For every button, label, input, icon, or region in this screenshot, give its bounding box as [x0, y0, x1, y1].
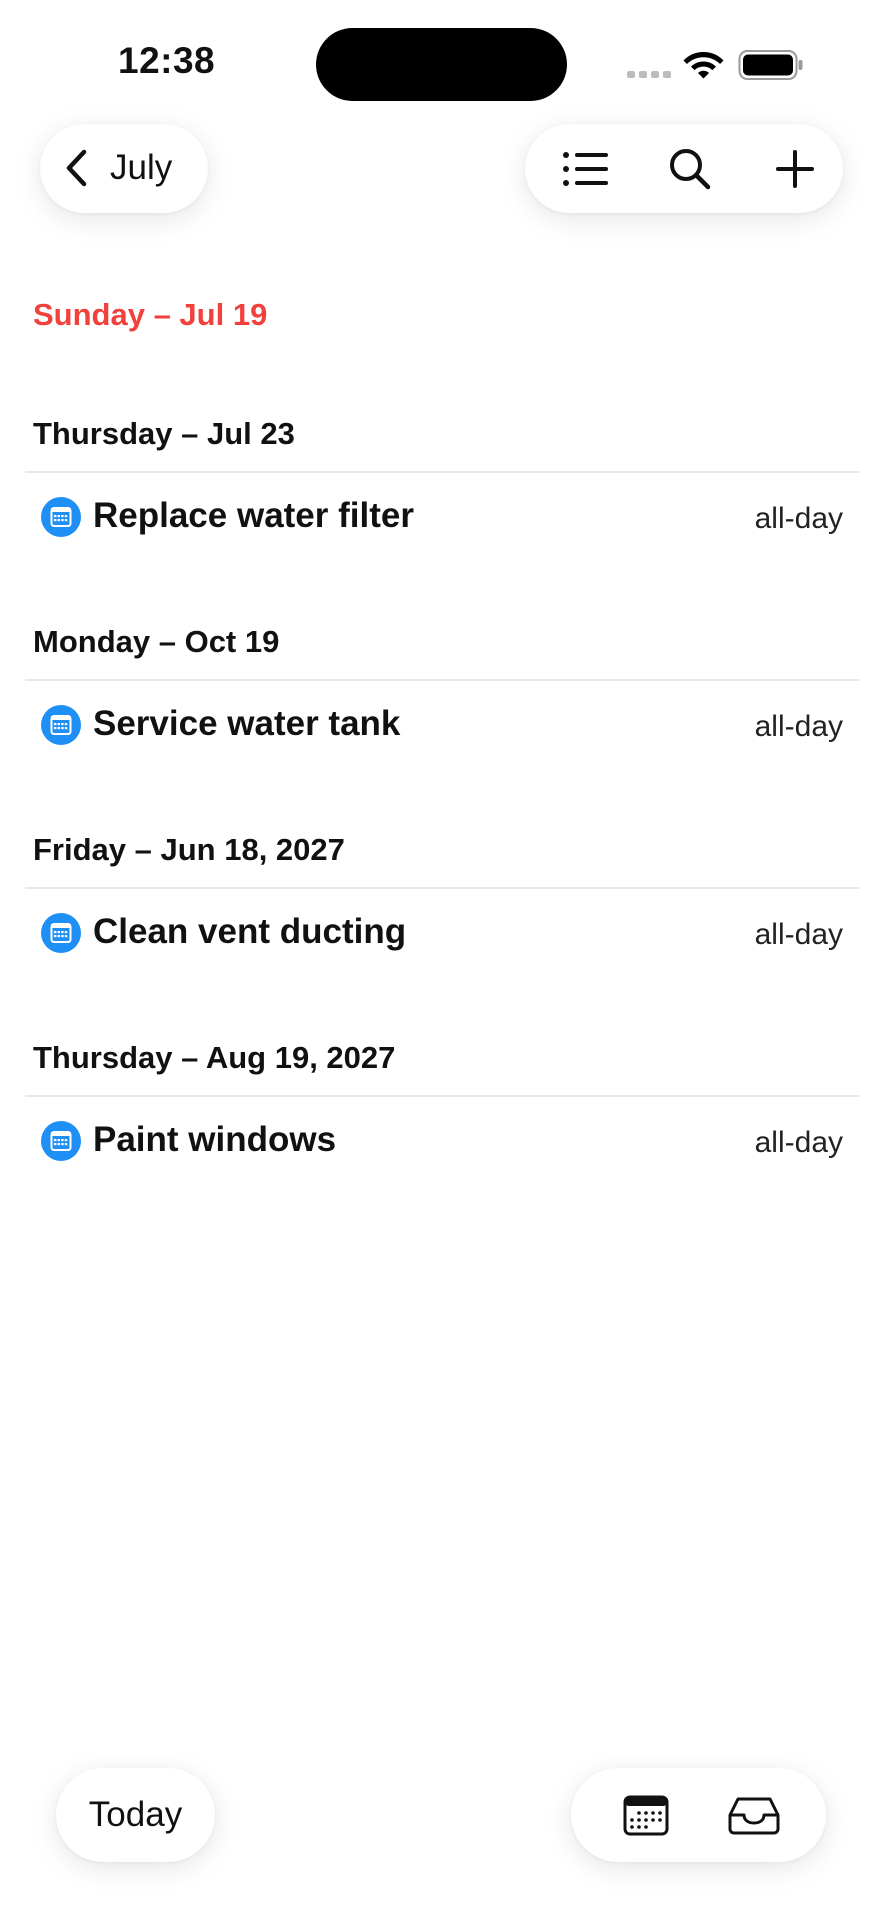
back-button[interactable]: July: [40, 124, 208, 213]
calendar-icon: [623, 1795, 669, 1836]
day-header: Thursday – Jul 23: [33, 416, 295, 451]
day-header: Thursday – Aug 19, 2027: [33, 1040, 396, 1075]
calendars-button[interactable]: [591, 1768, 701, 1862]
today-button[interactable]: Today: [56, 1768, 215, 1862]
event-row[interactable]: Paint windows all-day: [25, 1101, 859, 1181]
bottom-actions: [571, 1768, 826, 1862]
event-time: all-day: [754, 1126, 843, 1159]
day-header: Friday – Jun 18, 2027: [33, 832, 345, 867]
event-title: Paint windows: [93, 1120, 337, 1159]
day-header-today: Sunday – Jul 19: [33, 297, 268, 332]
day-header: Monday – Oct 19: [33, 624, 280, 659]
wifi-icon: [683, 52, 724, 79]
inbox-icon: [728, 1797, 780, 1835]
divider: [25, 887, 859, 889]
event-time: all-day: [754, 710, 843, 743]
search-icon: [670, 148, 711, 189]
list-view-button[interactable]: [540, 124, 630, 213]
event-time: all-day: [754, 502, 843, 535]
inbox-button[interactable]: [699, 1768, 809, 1862]
divider: [25, 679, 859, 681]
battery-icon: [738, 50, 803, 80]
event-title: Clean vent ducting: [93, 912, 407, 951]
divider: [25, 471, 859, 473]
event-time: all-day: [754, 918, 843, 951]
add-event-button[interactable]: [750, 124, 840, 213]
calendar-icon: [41, 705, 81, 745]
dynamic-island: [316, 28, 567, 101]
calendar-icon: [41, 1121, 81, 1161]
event-row[interactable]: Clean vent ducting all-day: [25, 893, 859, 973]
status-time: 12:38: [118, 40, 216, 81]
event-row[interactable]: Replace water filter all-day: [25, 477, 859, 557]
top-actions: [525, 124, 843, 213]
search-button[interactable]: [645, 124, 735, 213]
list-icon: [563, 151, 608, 186]
event-row[interactable]: Service water tank all-day: [25, 685, 859, 765]
event-title: Service water tank: [93, 704, 401, 743]
back-label: July: [110, 148, 173, 187]
chevron-left-icon: [66, 149, 87, 187]
event-title: Replace water filter: [93, 496, 414, 535]
cellular-signal-icon: [627, 71, 673, 79]
today-label: Today: [88, 1795, 183, 1834]
calendar-icon: [41, 913, 81, 953]
divider: [25, 1095, 859, 1097]
calendar-icon: [41, 497, 81, 537]
plus-icon: [776, 149, 814, 188]
